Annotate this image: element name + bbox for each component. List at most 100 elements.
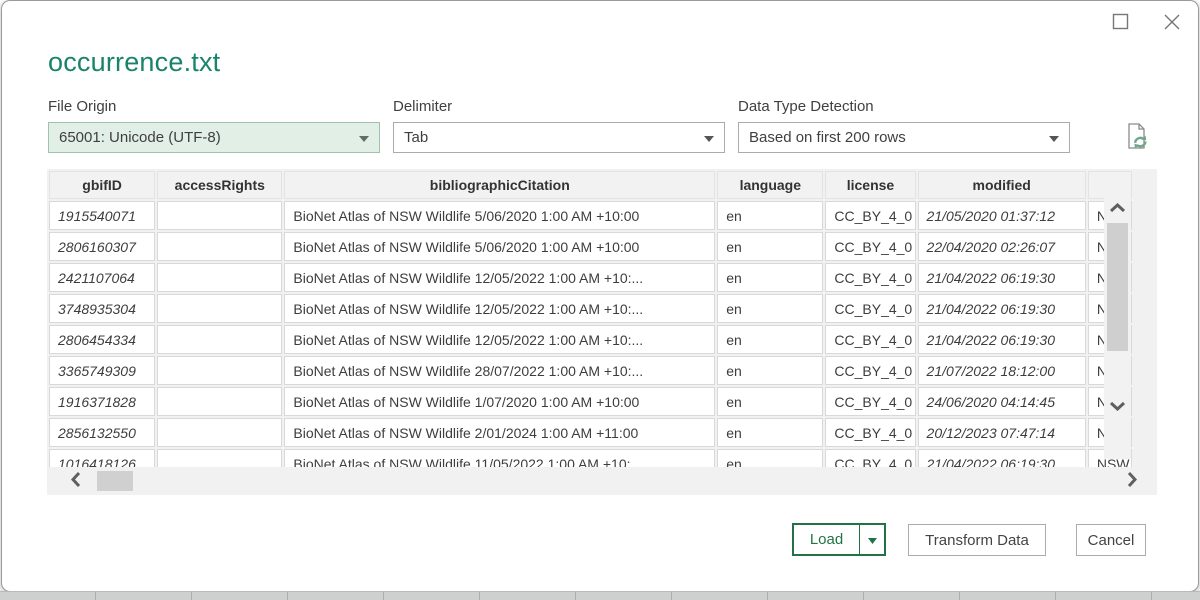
table-cell: 2806160307	[49, 232, 155, 261]
table-cell: en	[717, 294, 823, 323]
vertical-scroll-thumb[interactable]	[1107, 223, 1128, 351]
column-header: bibliographicCitation	[284, 171, 715, 199]
maximize-icon	[1112, 13, 1129, 33]
data-type-detection-select[interactable]: Based on first 200 rows	[738, 122, 1070, 153]
table-cell: BioNet Atlas of NSW Wildlife 12/05/2022 …	[284, 294, 715, 323]
table-row: 1916371828BioNet Atlas of NSW Wildlife 1…	[49, 387, 1132, 416]
close-icon	[1163, 13, 1181, 34]
chevron-down-icon	[1049, 129, 1059, 146]
column-header: license	[825, 171, 915, 199]
load-split-button: Load	[792, 523, 886, 556]
table-cell: BioNet Atlas of NSW Wildlife 2/01/2024 1…	[284, 418, 715, 447]
table-cell: 1915540071	[49, 201, 155, 230]
import-dialog: occurrence.txt File Origin 65001: Unicod…	[1, 0, 1199, 592]
table-cell: en	[717, 387, 823, 416]
preview-table: gbifIDaccessRightsbibliographicCitationl…	[47, 169, 1134, 467]
table-cell	[157, 387, 282, 416]
load-button[interactable]: Load	[794, 525, 860, 554]
column-header: language	[717, 171, 823, 199]
table-cell: BioNet Atlas of NSW Wildlife 5/06/2020 1…	[284, 201, 715, 230]
data-type-detection-field: Data Type Detection Based on first 200 r…	[738, 98, 1070, 153]
horizontal-scrollbar[interactable]	[47, 467, 1157, 495]
table-cell: en	[717, 418, 823, 447]
refresh-preview-button[interactable]	[1120, 121, 1154, 153]
table-row: 2421107064 BioNet Atlas of NSW Wildlife 1…	[49, 263, 1132, 292]
table-cell	[157, 263, 282, 292]
table-cell: BioNet Atlas of NSW Wildlife 12/05/2022 …	[284, 325, 715, 354]
column-header: modified	[918, 171, 1086, 199]
table-cell: CC_BY_4_0	[825, 201, 915, 230]
data-type-detection-label: Data Type Detection	[738, 98, 1070, 115]
table-cell: 21/04/2022 06:19:30	[918, 325, 1086, 354]
table-cell: en	[717, 356, 823, 385]
column-header: gbifID	[49, 171, 155, 199]
chevron-down-icon	[704, 129, 714, 146]
table-cell: CC_BY_4_0	[825, 263, 915, 292]
table-cell: CC_BY_4_0	[825, 356, 915, 385]
table-cell: 3748935304	[49, 294, 155, 323]
column-header	[1088, 171, 1132, 199]
table-cell: 21/04/2022 06:19:30	[918, 263, 1086, 292]
table-cell: en	[717, 232, 823, 261]
table-cell: 2856132550	[49, 418, 155, 447]
table-cell: BioNet Atlas of NSW Wildlife 5/06/2020 1…	[284, 232, 715, 261]
table-cell: 3365749309	[49, 356, 155, 385]
chevron-down-icon	[1109, 399, 1126, 414]
table-cell	[157, 325, 282, 354]
cancel-button[interactable]: Cancel	[1076, 524, 1146, 556]
close-button[interactable]	[1160, 11, 1184, 35]
transform-data-button[interactable]: Transform Data	[908, 524, 1046, 556]
table-cell	[157, 449, 282, 467]
delimiter-field: Delimiter Tab	[393, 98, 725, 153]
table-cell: 24/06/2020 04:14:45	[918, 387, 1086, 416]
horizontal-scroll-thumb[interactable]	[97, 471, 133, 491]
delimiter-select[interactable]: Tab	[393, 122, 725, 153]
worksheet-background-edge	[0, 591, 1200, 600]
file-refresh-icon	[1122, 139, 1152, 154]
table-cell: BioNet Atlas of NSW Wildlife 28/07/2022 …	[284, 356, 715, 385]
table-cell	[157, 232, 282, 261]
vertical-scrollbar[interactable]	[1104, 197, 1131, 459]
data-type-detection-value: Based on first 200 rows	[749, 129, 906, 146]
scroll-down-button[interactable]	[1104, 395, 1131, 417]
chevron-right-icon	[1127, 471, 1137, 491]
table-cell: 1016418126	[49, 449, 155, 467]
file-origin-label: File Origin	[48, 98, 380, 115]
table-cell: en	[717, 263, 823, 292]
table-cell	[157, 294, 282, 323]
chevron-left-icon	[71, 471, 81, 491]
table-cell: CC_BY_4_0	[825, 418, 915, 447]
table-cell: 21/07/2022 18:12:00	[918, 356, 1086, 385]
header-row: gbifIDaccessRightsbibliographicCitationl…	[49, 171, 1132, 199]
maximize-button[interactable]	[1108, 11, 1132, 35]
page-title: occurrence.txt	[48, 47, 220, 78]
table-cell: 1916371828	[49, 387, 155, 416]
table-cell: BioNet Atlas of NSW Wildlife 11/05/2022 …	[284, 449, 715, 467]
table-row: 3365749309 BioNet Atlas of NSW Wildlife 2…	[49, 356, 1132, 385]
table-cell: CC_BY_4_0	[825, 294, 915, 323]
table-row: 3748935304 BioNet Atlas of NSW Wildlife 1…	[49, 294, 1132, 323]
table-row: 1016418126 BioNet Atlas of NSW Wildlife 1…	[49, 449, 1132, 467]
table-cell	[157, 418, 282, 447]
chevron-down-icon	[359, 129, 369, 146]
table-row: 2856132550 BioNet Atlas of NSW Wildlife 2…	[49, 418, 1132, 447]
load-dropdown-button[interactable]	[860, 525, 884, 554]
scroll-up-button[interactable]	[1104, 197, 1131, 219]
column-header: accessRights	[157, 171, 282, 199]
table-cell: 21/04/2022 06:19:30	[918, 294, 1086, 323]
table-cell	[157, 356, 282, 385]
scroll-left-button[interactable]	[61, 467, 91, 495]
table-cell: 21/04/2022 06:19:30	[918, 449, 1086, 467]
chevron-up-icon	[1109, 201, 1126, 216]
table-cell: en	[717, 201, 823, 230]
file-origin-select[interactable]: 65001: Unicode (UTF-8)	[48, 122, 380, 153]
table-cell: CC_BY_4_0	[825, 449, 915, 467]
file-origin-field: File Origin 65001: Unicode (UTF-8)	[48, 98, 380, 153]
table-cell: CC_BY_4_0	[825, 387, 915, 416]
table-cell: 2421107064	[49, 263, 155, 292]
table-cell: en	[717, 449, 823, 467]
chevron-down-icon	[868, 532, 877, 547]
scroll-right-button[interactable]	[1117, 467, 1147, 495]
table-cell: CC_BY_4_0	[825, 325, 915, 354]
table-cell: BioNet Atlas of NSW Wildlife 12/05/2022 …	[284, 263, 715, 292]
